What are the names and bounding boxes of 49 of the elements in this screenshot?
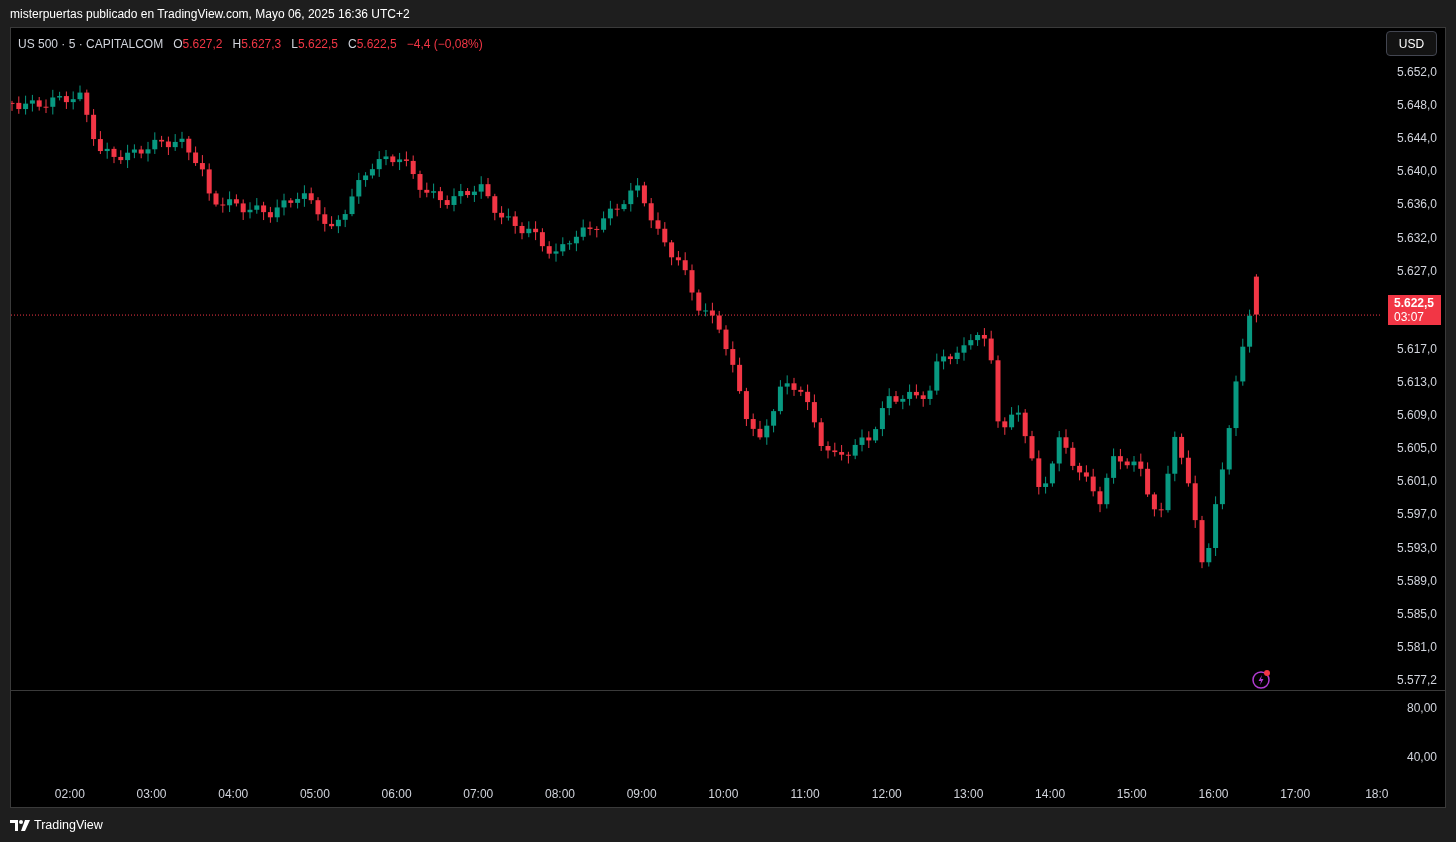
- price-tick: 5.632,0: [1396, 229, 1437, 247]
- lightning-alert-icon[interactable]: [1251, 668, 1273, 690]
- ohlc-value: C5.622,5: [348, 36, 397, 53]
- time-tick: 06:00: [381, 786, 412, 803]
- time-tick: 13:00: [953, 786, 984, 803]
- time-tick: 15:00: [1116, 786, 1147, 803]
- time-tick: 03:00: [136, 786, 167, 803]
- price-tick: 5.640,0: [1396, 163, 1437, 181]
- price-tick: 5.589,0: [1396, 572, 1437, 590]
- time-tick: 05:00: [299, 786, 330, 803]
- brand-logo-icon: [10, 819, 30, 831]
- price-tick: 5.636,0: [1396, 196, 1437, 214]
- currency-button[interactable]: USD: [1386, 31, 1437, 56]
- price-tick: 5.644,0: [1396, 130, 1437, 148]
- price-tick: 5.601,0: [1396, 473, 1437, 491]
- time-tick: 12:00: [871, 786, 902, 803]
- price-tick: 5.609,0: [1396, 407, 1437, 425]
- time-tick: 08:00: [544, 786, 575, 803]
- time-tick: 18:0: [1365, 786, 1389, 803]
- brand-name: TradingView: [34, 816, 103, 834]
- price-tick: 5.593,0: [1396, 539, 1437, 557]
- ohlc-value: L5.622,5: [291, 36, 338, 53]
- time-tick: 16:00: [1198, 786, 1229, 803]
- price-tick: 5.652,0: [1396, 64, 1437, 81]
- last-price-label: 5.622,5 03:07: [1388, 294, 1441, 325]
- publication-info: misterpuertas publicado en TradingView.com, Mayo 06, 2025 16:36 UTC+2: [10, 5, 410, 23]
- time-tick: 07:00: [463, 786, 494, 803]
- price-tick: 5.617,0: [1396, 340, 1437, 358]
- time-tick: 04:00: [218, 786, 249, 803]
- price-tick: 5.613,0: [1396, 374, 1437, 391]
- price-tick: 5.581,0: [1396, 638, 1437, 656]
- time-tick: 17:00: [1280, 786, 1311, 803]
- price-tick: 5.648,0: [1396, 97, 1437, 115]
- price-tick: 5.597,0: [1396, 506, 1437, 524]
- price-change: −4,4 (−0,08%): [406, 36, 483, 53]
- indicator-tick: 80,00: [1406, 700, 1437, 717]
- ohlc-value: H5.627,3: [232, 36, 282, 53]
- time-tick: 14:00: [1035, 786, 1066, 803]
- price-tick: 5.627,0: [1396, 262, 1437, 280]
- symbol-title: US 500 · 5 · CAPITALCOM: [18, 36, 164, 53]
- time-tick: 02:00: [54, 786, 85, 803]
- price-tick: 5.585,0: [1396, 605, 1437, 623]
- price-tick: 5.577,2: [1396, 671, 1437, 689]
- price-tick: 5.605,0: [1396, 440, 1437, 458]
- time-tick: 09:00: [626, 786, 657, 803]
- indicator-tick: 40,00: [1406, 749, 1437, 766]
- ohlc-value: O5.627,2: [173, 36, 223, 53]
- time-tick: 11:00: [790, 786, 820, 803]
- time-tick: 10:00: [708, 786, 739, 803]
